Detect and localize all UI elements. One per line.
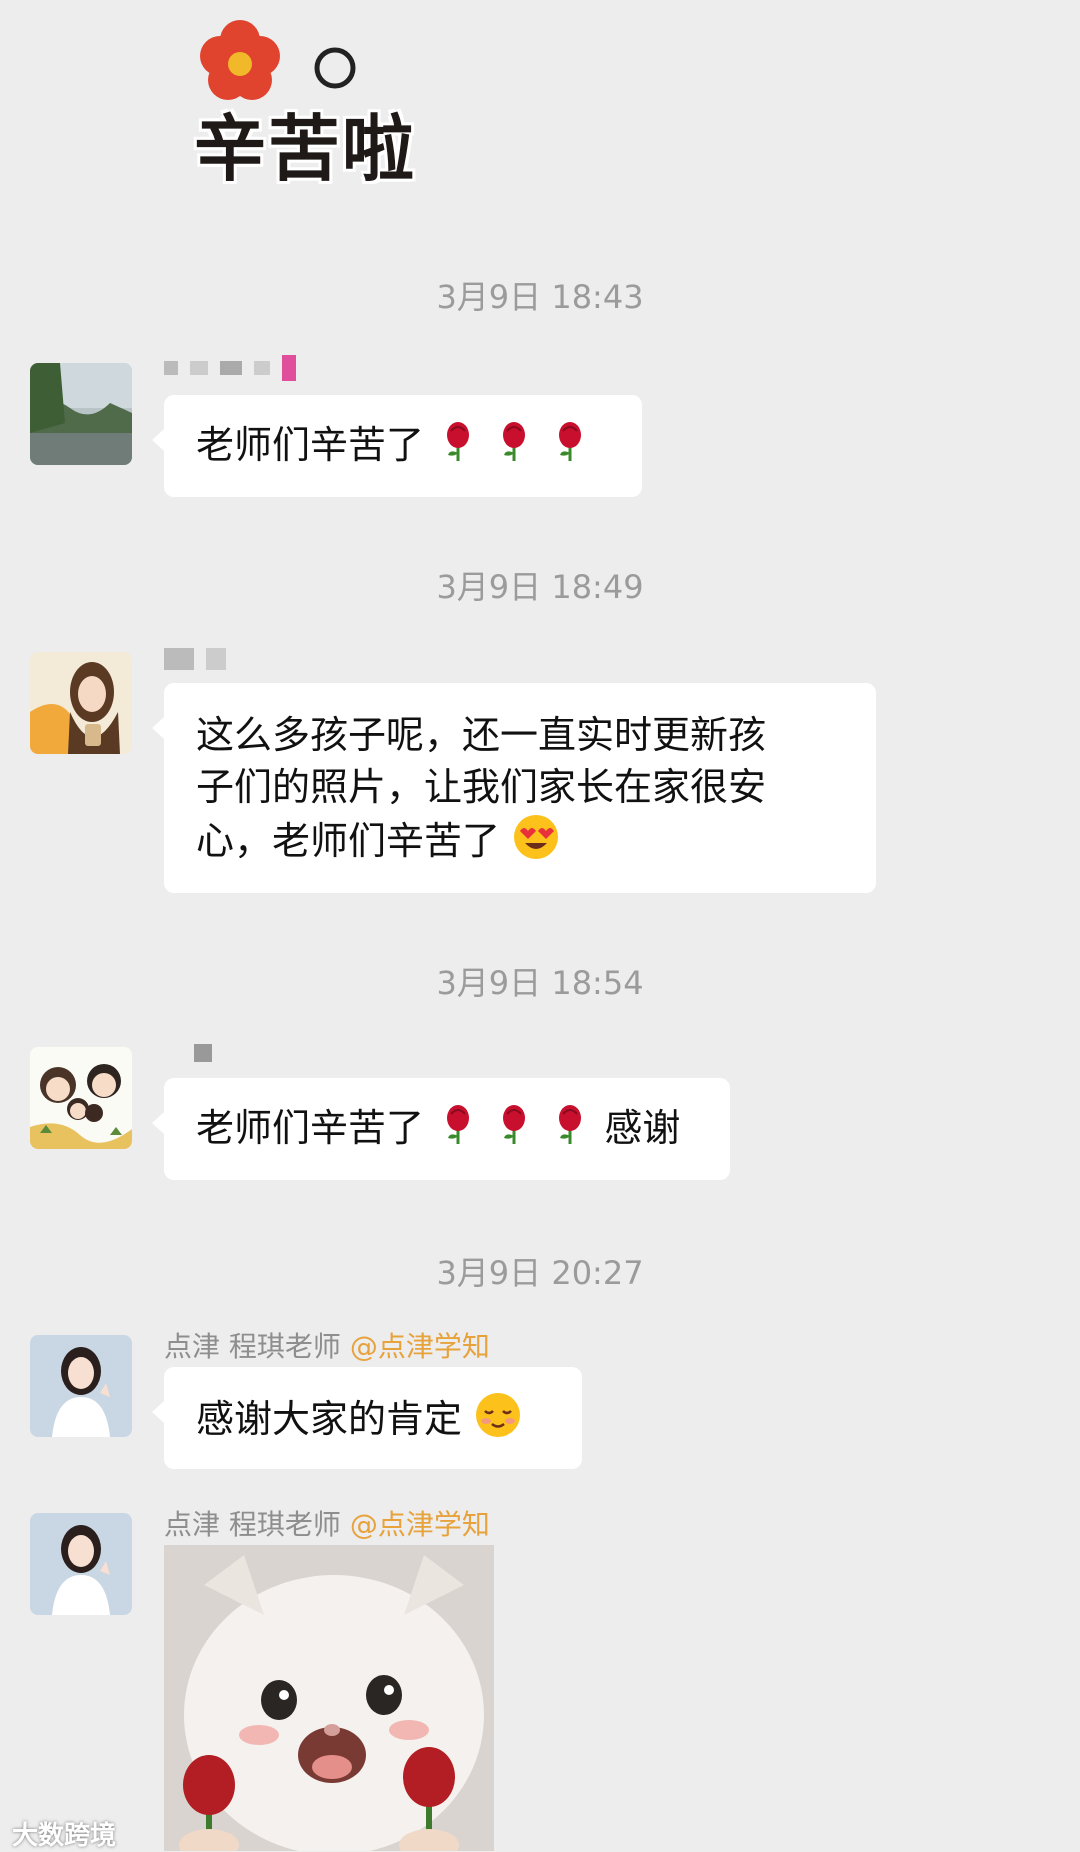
- sender-tag[interactable]: @点津学知: [350, 1330, 490, 1363]
- message-line: 心，老师们辛苦了: [196, 819, 501, 863]
- avatar[interactable]: [30, 652, 132, 754]
- message-bubble[interactable]: 感谢大家的肯定: [152, 1367, 582, 1469]
- avatar[interactable]: [30, 1047, 132, 1149]
- rose-icon: [492, 419, 536, 476]
- rose-icon: [548, 419, 592, 476]
- blurred-sender-name: [164, 355, 308, 385]
- message-text: 老师们辛苦了: [196, 423, 425, 467]
- message-text: 感谢大家的肯定: [196, 1397, 463, 1441]
- sender-name-text: 点津 程琪老师: [164, 1330, 341, 1363]
- message-bubble[interactable]: 老师们辛苦了 感谢: [152, 1078, 730, 1180]
- blush-icon: [474, 1391, 522, 1452]
- avatar[interactable]: [30, 363, 132, 465]
- heart-eyes-icon: [512, 813, 560, 874]
- rose-icon: [492, 1102, 536, 1159]
- timestamp: 3月9日 18:54: [436, 964, 644, 1002]
- rose-icon: [436, 419, 480, 476]
- rose-icon: [548, 1102, 592, 1159]
- message-text: 老师们辛苦了: [196, 1106, 425, 1150]
- blurred-sender-name: [164, 1042, 224, 1072]
- sender-name: 点津 程琪老师 @点津学知: [164, 1503, 490, 1543]
- sender-tag[interactable]: @点津学知: [350, 1508, 490, 1541]
- sender-name: 点津 程琪老师 @点津学知: [164, 1325, 490, 1365]
- message-line: 这么多孩子呢，还一直实时更新孩: [196, 713, 767, 757]
- timestamp: 3月9日 18:49: [436, 568, 644, 606]
- sticker-text: 辛苦啦: [194, 107, 417, 191]
- avatar[interactable]: [30, 1335, 132, 1437]
- sender-name-text: 点津 程琪老师: [164, 1508, 341, 1541]
- timestamp: 3月9日 18:43: [436, 278, 644, 316]
- timestamp: 3月9日 20:27: [436, 1254, 644, 1292]
- message-line: 子们的照片，让我们家长在家很安: [196, 765, 767, 809]
- blurred-sender-name: [164, 648, 238, 678]
- message-bubble[interactable]: 老师们辛苦了: [152, 395, 642, 497]
- sticker-xinku-la[interactable]: 辛苦啦: [180, 20, 490, 191]
- watermark: 大数跨境: [12, 1821, 117, 1851]
- cat-with-roses-sticker[interactable]: [164, 1545, 494, 1851]
- message-bubble[interactable]: 这么多孩子呢，还一直实时更新孩 子们的照片，让我们家长在家很安 心，老师们辛苦了: [152, 683, 876, 893]
- rose-icon: [436, 1102, 480, 1159]
- avatar[interactable]: [30, 1513, 132, 1615]
- message-suffix: 感谢: [604, 1106, 681, 1150]
